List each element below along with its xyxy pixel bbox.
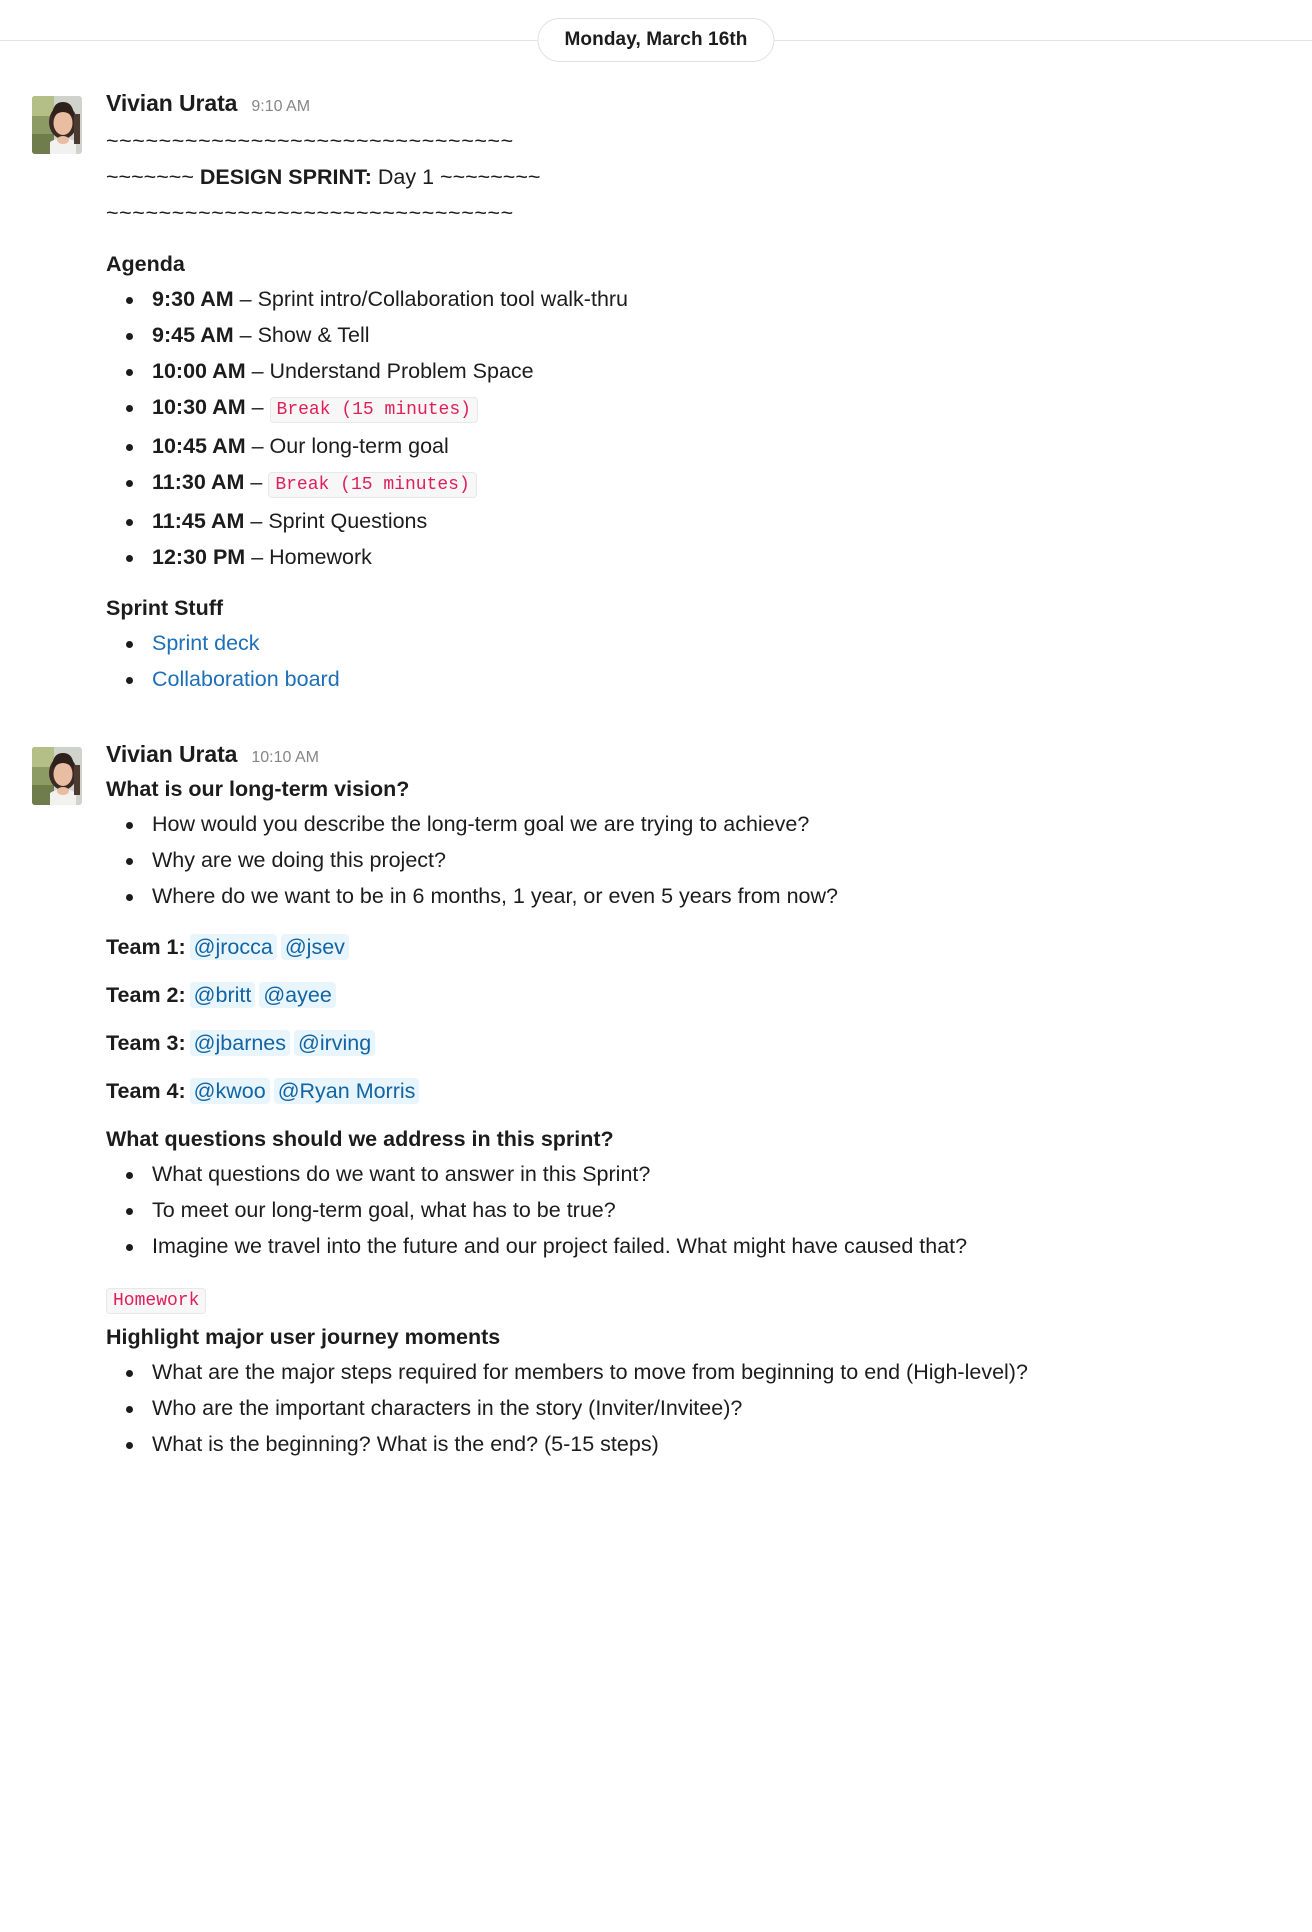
avatar-vivian-urata[interactable] — [32, 96, 82, 154]
mention-chip[interactable]: @Ryan Morris — [273, 1078, 420, 1104]
agenda-time: 9:45 AM — [152, 323, 234, 347]
banner-suffix: Day 1 ~~~~~~~~ — [371, 165, 541, 189]
message-header: Vivian Urata 10:10 AM — [106, 741, 1284, 768]
team-row-1: Team 1: @jrocca @jsev — [106, 932, 1284, 962]
avatar-vivian-urata[interactable] — [32, 747, 82, 805]
list-item: Where do we want to be in 6 months, 1 ye… — [126, 878, 1284, 914]
mention-chip[interactable]: @britt — [189, 982, 256, 1008]
mention-chip[interactable]: @jrocca — [189, 934, 277, 960]
team-row-2: Team 2: @britt @ayee — [106, 980, 1284, 1010]
agenda-item: 9:45 AM – Show & Tell — [126, 317, 1284, 353]
message-item: Vivian Urata 9:10 AM ~~~~~~~~~~~~~~~~~~~… — [0, 88, 1312, 697]
list-item: Who are the important characters in the … — [126, 1390, 1284, 1426]
homework-heading: Highlight major user journey moments — [106, 1325, 501, 1349]
team-label: Team 1: — [106, 935, 186, 959]
message-timestamp[interactable]: 10:10 AM — [251, 749, 319, 767]
agenda-list: 9:30 AM – Sprint intro/Collaboration too… — [106, 281, 1284, 575]
team-row-3: Team 3: @jbarnes @irving — [106, 1028, 1284, 1058]
mention-chip[interactable]: @ayee — [259, 982, 336, 1008]
list-item: How would you describe the long-term goa… — [126, 806, 1284, 842]
link-collaboration-board[interactable]: Collaboration board — [152, 667, 340, 691]
agenda-time: 11:30 AM — [152, 470, 245, 494]
mention-chip[interactable]: @irving — [294, 1030, 376, 1056]
tilde-separator-bottom: ~~~~~~~~~~~~~~~~~~~~~~~~~~~~~~~ — [106, 201, 514, 225]
agenda-item: 11:30 AM – Break (15 minutes) — [126, 464, 1284, 503]
tilde-separator-top: ~~~~~~~~~~~~~~~~~~~~~~~~~~~~~~~ — [106, 129, 514, 153]
date-divider: Monday, March 16th — [0, 0, 1312, 80]
agenda-time: 12:30 PM — [152, 545, 246, 569]
homework-code-badge: Homework — [106, 1288, 207, 1314]
message-timestamp[interactable]: 9:10 AM — [251, 98, 310, 116]
vision-heading: What is our long-term vision? — [106, 777, 410, 801]
agenda-time: 10:45 AM — [152, 434, 246, 458]
agenda-item: 12:30 PM – Homework — [126, 539, 1284, 575]
agenda-dash: – — [244, 509, 269, 533]
agenda-text: Sprint Questions — [268, 509, 428, 533]
sprint-stuff-heading: Sprint Stuff — [106, 596, 224, 620]
list-item: Imagine we travel into the future and ou… — [126, 1228, 1284, 1264]
sprint-questions-heading: What questions should we address in this… — [106, 1127, 614, 1151]
agenda-text: Understand Problem Space — [269, 359, 534, 383]
sprint-stuff-list: Sprint deck Collaboration board — [106, 625, 1284, 697]
mention-chip[interactable]: @kwoo — [189, 1078, 270, 1104]
list-item: Sprint deck — [126, 625, 1284, 661]
agenda-item: 9:30 AM – Sprint intro/Collaboration too… — [126, 281, 1284, 317]
agenda-text: Show & Tell — [257, 323, 370, 347]
agenda-dash: – — [233, 287, 258, 311]
banner-prefix: ~~~~~~~ — [106, 165, 200, 189]
list-item: What questions do we want to answer in t… — [126, 1156, 1284, 1192]
agenda-dash: – — [233, 323, 258, 347]
message-header: Vivian Urata 9:10 AM — [106, 90, 1284, 117]
list-item: What is the beginning? What is the end? … — [126, 1426, 1284, 1462]
homework-list: What are the major steps required for me… — [106, 1354, 1284, 1462]
break-code-badge: Break (15 minutes) — [268, 472, 477, 498]
mention-chip[interactable]: @jbarnes — [189, 1030, 291, 1056]
list-item: Why are we doing this project? — [126, 842, 1284, 878]
agenda-dash: – — [245, 434, 270, 458]
list-item: To meet our long-term goal, what has to … — [126, 1192, 1284, 1228]
vision-list: How would you describe the long-term goa… — [106, 806, 1284, 914]
banner-title: DESIGN SPRINT: — [199, 165, 372, 189]
homework-badge-row: Homework — [106, 1288, 1284, 1314]
agenda-text: Sprint intro/Collaboration tool walk-thr… — [257, 287, 629, 311]
agenda-item: 10:45 AM – Our long-term goal — [126, 428, 1284, 464]
list-item: What are the major steps required for me… — [126, 1354, 1284, 1390]
agenda-item: 10:00 AM – Understand Problem Space — [126, 353, 1284, 389]
agenda-text: Homework — [269, 545, 372, 569]
agenda-dash: – — [244, 470, 269, 494]
agenda-dash: – — [245, 359, 270, 383]
agenda-time: 10:30 AM — [152, 395, 246, 419]
agenda-item: 10:30 AM – Break (15 minutes) — [126, 389, 1284, 428]
message-item: Vivian Urata 10:10 AM What is our long-t… — [0, 739, 1312, 1462]
message-author[interactable]: Vivian Urata — [106, 741, 237, 768]
agenda-dash: – — [245, 395, 270, 419]
mention-chip[interactable]: @jsev — [280, 934, 349, 960]
agenda-time: 9:30 AM — [152, 287, 234, 311]
break-code-badge: Break (15 minutes) — [269, 397, 478, 423]
design-sprint-banner: ~~~~~~~ DESIGN SPRINT: Day 1 ~~~~~~~~ — [106, 159, 1284, 195]
team-row-4: Team 4: @kwoo @Ryan Morris — [106, 1076, 1284, 1106]
list-item: Collaboration board — [126, 661, 1284, 697]
message-body: Vivian Urata 9:10 AM ~~~~~~~~~~~~~~~~~~~… — [106, 88, 1284, 697]
agenda-time: 11:45 AM — [152, 509, 245, 533]
sprint-questions-list: What questions do we want to answer in t… — [106, 1156, 1284, 1264]
agenda-dash: – — [245, 545, 270, 569]
agenda-time: 10:00 AM — [152, 359, 246, 383]
team-label: Team 3: — [106, 1031, 186, 1055]
message-author[interactable]: Vivian Urata — [106, 90, 237, 117]
date-divider-label[interactable]: Monday, March 16th — [537, 18, 775, 62]
message-body: Vivian Urata 10:10 AM What is our long-t… — [106, 739, 1284, 1462]
team-label: Team 4: — [106, 1079, 186, 1103]
agenda-text: Our long-term goal — [269, 434, 449, 458]
agenda-heading: Agenda — [106, 252, 185, 276]
team-label: Team 2: — [106, 983, 186, 1007]
agenda-item: 11:45 AM – Sprint Questions — [126, 503, 1284, 539]
link-sprint-deck[interactable]: Sprint deck — [152, 631, 260, 655]
